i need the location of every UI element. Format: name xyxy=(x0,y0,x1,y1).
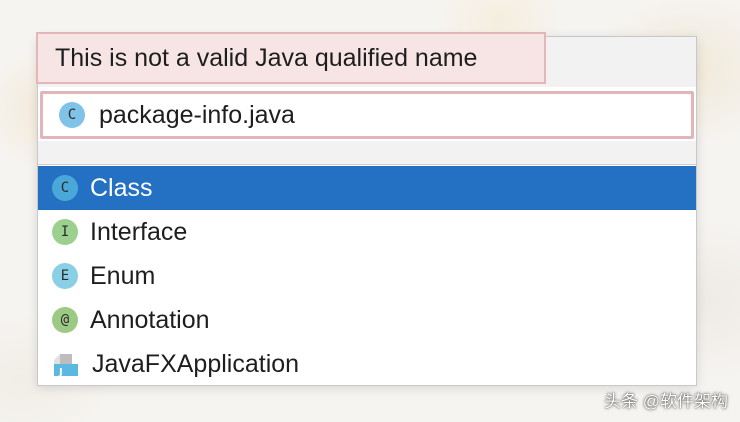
list-item-interface[interactable]: I Interface xyxy=(38,210,696,254)
javafx-application-icon: J xyxy=(52,350,80,378)
list-item-label: Interface xyxy=(90,217,188,246)
list-item-enum[interactable]: E Enum xyxy=(38,254,696,298)
class-icon: C xyxy=(59,102,85,128)
class-name-input[interactable]: C package-info.java xyxy=(40,91,694,139)
list-item-class[interactable]: C Class xyxy=(38,166,696,210)
enum-icon: E xyxy=(52,263,78,289)
validation-error-tooltip: This is not a valid Java qualified name xyxy=(36,32,546,84)
list-separator xyxy=(38,141,696,165)
list-item-label: Enum xyxy=(90,261,156,290)
list-item-label: JavaFXApplication xyxy=(92,349,300,378)
list-item-label: Annotation xyxy=(90,305,210,334)
kind-list: C Class I Interface E Enum @ Annotation … xyxy=(38,166,696,386)
class-name-value[interactable]: package-info.java xyxy=(99,101,295,130)
interface-icon: I xyxy=(52,219,78,245)
svg-text:J: J xyxy=(58,367,63,378)
annotation-icon: @ xyxy=(52,307,78,333)
validation-error-message: This is not a valid Java qualified name xyxy=(55,43,478,72)
class-icon: C xyxy=(52,175,78,201)
list-item-javafx-application[interactable]: J JavaFXApplication xyxy=(38,342,696,386)
list-item-label: Class xyxy=(90,173,153,202)
list-item-annotation[interactable]: @ Annotation xyxy=(38,298,696,342)
watermark: 头条 @软件架构 xyxy=(604,392,728,411)
